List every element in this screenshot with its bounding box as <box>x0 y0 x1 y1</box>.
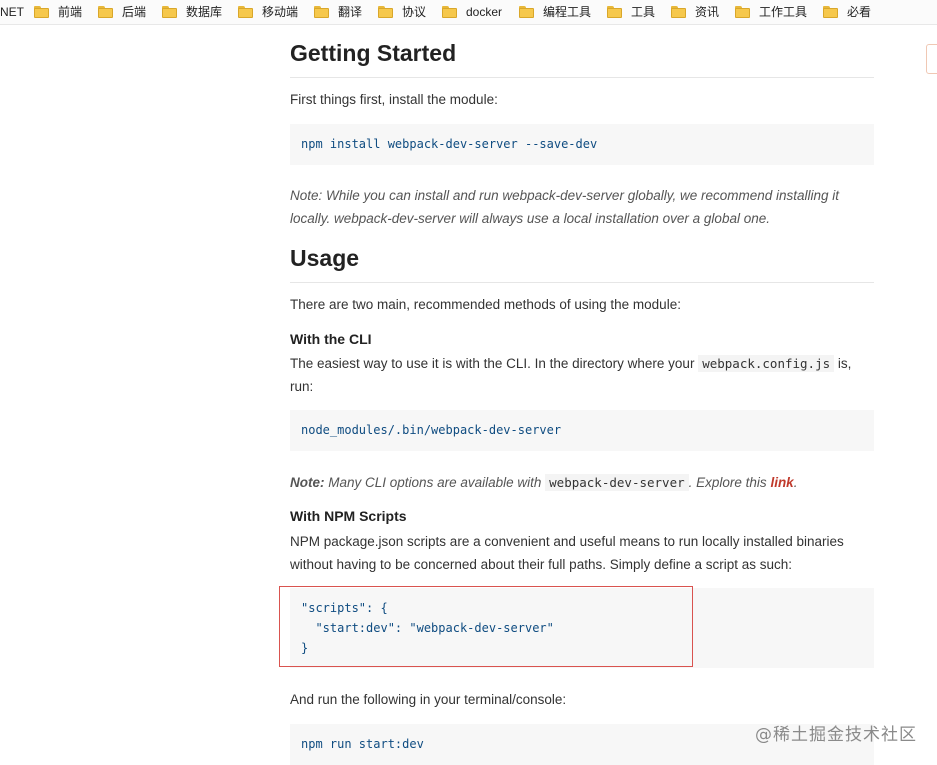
bookmark-label: 工具 <box>631 5 656 19</box>
code-line: node_modules/.bin/webpack-dev-server <box>301 423 562 437</box>
note-text-before: Many CLI options are available with <box>328 475 542 490</box>
getting-started-heading: Getting Started <box>290 40 874 78</box>
bookmark-database[interactable]: 数据库 <box>162 0 222 24</box>
npm-scripts-description: NPM package.json scripts are a convenien… <box>290 534 844 572</box>
cli-code-block[interactable]: node_modules/.bin/webpack-dev-server <box>290 410 874 451</box>
npm-scripts-heading: With NPM Scripts <box>290 508 407 524</box>
bookmark-frontend[interactable]: 前端 <box>34 0 82 24</box>
cli-command-code: webpack-dev-server <box>545 474 689 491</box>
note-text-after: . Explore this <box>688 475 767 490</box>
bookmark-label: 资讯 <box>695 5 720 19</box>
folder-icon <box>98 6 113 18</box>
folder-icon <box>162 6 177 18</box>
side-feedback-tab[interactable] <box>926 44 937 74</box>
bookmark-work-tools[interactable]: 工作工具 <box>735 0 807 24</box>
folder-icon <box>519 6 534 18</box>
bookmark-tools[interactable]: 工具 <box>607 0 655 24</box>
bookmark-news[interactable]: 资讯 <box>671 0 719 24</box>
bookmark-label: 前端 <box>58 5 83 19</box>
watermark: @稀土掘金技术社区 <box>755 725 917 745</box>
config-file-code: webpack.config.js <box>698 355 835 372</box>
bookmarks-bar: NET 前端 后端 数据库 移动端 翻译 协议 docker 编程工具 工具 资… <box>0 0 937 25</box>
usage-intro: There are two main, recommended methods … <box>290 297 681 312</box>
folder-icon <box>823 6 838 18</box>
folder-icon <box>378 6 393 18</box>
folder-icon <box>314 6 329 18</box>
cli-note: Note: Many CLI options are available wit… <box>290 471 874 494</box>
folder-icon <box>735 6 750 18</box>
note-end: . <box>793 475 798 490</box>
getting-started-intro: First things first, install the module: <box>290 92 498 107</box>
explore-link[interactable]: link <box>770 475 793 490</box>
bookmark-label: 后端 <box>122 5 147 19</box>
bookmark-label: 协议 <box>402 5 427 19</box>
bookmark-label: NET <box>0 5 24 19</box>
bookmark-label: 编程工具 <box>543 5 592 19</box>
folder-icon <box>34 6 49 18</box>
bookmark-docker[interactable]: docker <box>442 0 502 24</box>
bookmark-net[interactable]: NET <box>0 0 24 24</box>
install-note: Note: While you can install and run webp… <box>290 184 874 230</box>
folder-icon <box>671 6 686 18</box>
note-label: Note: <box>290 188 323 203</box>
red-highlight-annotation <box>279 586 693 667</box>
bookmark-label: 移动端 <box>262 5 299 19</box>
note-text: While you can install and run webpack-de… <box>290 188 840 226</box>
bookmark-label: 必看 <box>847 5 872 19</box>
bookmark-dev-tools[interactable]: 编程工具 <box>519 0 591 24</box>
bookmark-protocol[interactable]: 协议 <box>378 0 426 24</box>
bookmark-label: 工作工具 <box>759 5 808 19</box>
cli-heading: With the CLI <box>290 331 372 347</box>
bookmark-label: 数据库 <box>186 5 223 19</box>
folder-icon <box>607 6 622 18</box>
folder-icon <box>442 6 457 18</box>
usage-heading: Usage <box>290 245 874 283</box>
bookmark-label: 翻译 <box>338 5 363 19</box>
bookmark-mobile[interactable]: 移动端 <box>238 0 298 24</box>
bookmark-label: docker <box>466 5 503 19</box>
cli-text-before: The easiest way to use it is with the CL… <box>290 356 695 371</box>
note-label: Note: <box>290 475 325 490</box>
run-instructions: And run the following in your terminal/c… <box>290 692 567 707</box>
cli-description: The easiest way to use it is with the CL… <box>290 352 874 398</box>
install-code-block[interactable]: npm install webpack-dev-server --save-de… <box>290 124 874 165</box>
code-line: npm install webpack-dev-server --save-de… <box>301 137 598 151</box>
bookmark-backend[interactable]: 后端 <box>98 0 146 24</box>
folder-icon <box>238 6 253 18</box>
bookmark-must-read[interactable]: 必看 <box>823 0 871 24</box>
bookmark-translate[interactable]: 翻译 <box>314 0 362 24</box>
